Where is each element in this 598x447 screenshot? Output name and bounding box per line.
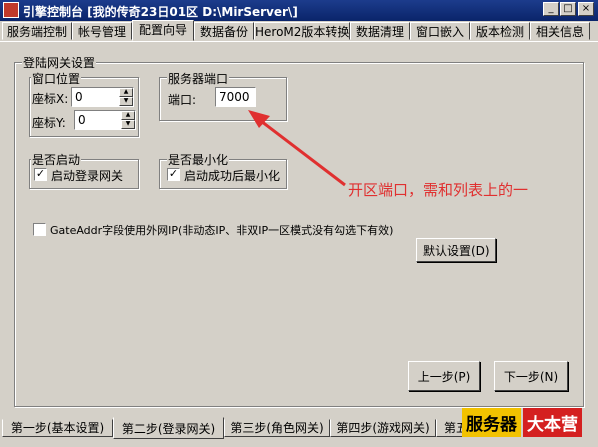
- tab-window-embed[interactable]: 窗口嵌入: [410, 22, 470, 40]
- watermark-part1: 服务器: [462, 407, 521, 437]
- tab-server-control[interactable]: 服务端控制: [2, 22, 72, 40]
- autostart-title: 是否启动: [31, 151, 82, 168]
- tab-about[interactable]: 相关信息: [530, 22, 590, 40]
- tab-herom2[interactable]: HeroM2版本转换: [254, 22, 350, 40]
- title-bar[interactable]: 引擎控制台 [我的传奇23日01区 D:\MirServer\] _ □ ×: [0, 0, 598, 21]
- x-up-icon[interactable]: ▲: [119, 88, 133, 97]
- window-title: 引擎控制台 [我的传奇23日01区 D:\MirServer\]: [23, 5, 298, 19]
- minimize-label: 启动成功后最小化: [184, 169, 281, 183]
- gateaddr-label: GateAddr字段使用外网IP(非动态IP、非双IP一区模式没有勾选下有效): [50, 224, 394, 237]
- y-up-icon[interactable]: ▲: [121, 111, 135, 120]
- maximize-button[interactable]: □: [560, 2, 576, 16]
- gateaddr-checkbox[interactable]: [33, 223, 46, 236]
- autostart-checkbox[interactable]: ✓: [34, 168, 47, 181]
- tab-backup[interactable]: 数据备份: [194, 22, 254, 40]
- app-icon: [3, 2, 19, 18]
- gateway-settings-title: 登陆网关设置: [22, 54, 97, 71]
- port-label: 端口:: [168, 93, 197, 107]
- tab-config-wizard[interactable]: 配置向导: [132, 20, 194, 41]
- x-value: 0: [75, 90, 83, 104]
- y-label: 座标Y:: [32, 116, 66, 130]
- close-button[interactable]: ×: [578, 2, 594, 16]
- tab-version-check[interactable]: 版本检测: [470, 22, 530, 40]
- window-pos-title: 窗口位置: [31, 70, 82, 87]
- y-down-icon[interactable]: ▼: [121, 120, 135, 129]
- default-settings-button[interactable]: 默认设置(D): [416, 238, 496, 262]
- tab-data-clean[interactable]: 数据清理: [350, 22, 410, 40]
- watermark-logo: 服务器 大本营: [462, 407, 582, 437]
- watermark-part2: 大本营: [523, 407, 582, 437]
- server-port-title: 服务器端口: [167, 70, 230, 87]
- step-tab-2[interactable]: 第二步(登录网关): [113, 417, 224, 439]
- autostart-label: 启动登录网关: [51, 169, 124, 183]
- minimize-checkbox[interactable]: ✓: [167, 168, 180, 181]
- step-tab-4[interactable]: 第四步(游戏网关): [330, 419, 436, 437]
- main-tab-strip: 服务端控制 帐号管理 配置向导 数据备份 HeroM2版本转换 数据清理 窗口嵌…: [0, 20, 598, 42]
- port-input[interactable]: 7000: [215, 87, 256, 107]
- tab-account[interactable]: 帐号管理: [72, 22, 132, 40]
- x-down-icon[interactable]: ▼: [119, 97, 133, 106]
- annotation-text: 开区端口，需和列表上的一: [348, 181, 529, 199]
- minimize-button[interactable]: _: [543, 2, 559, 16]
- step-tab-1[interactable]: 第一步(基本设置): [2, 419, 113, 437]
- y-value: 0: [78, 113, 86, 127]
- y-spin[interactable]: 0 ▲ ▼: [74, 110, 136, 130]
- x-label: 座标X:: [32, 92, 69, 106]
- minimize-title: 是否最小化: [167, 151, 230, 168]
- prev-button[interactable]: 上一步(P): [408, 361, 480, 391]
- x-spin[interactable]: 0 ▲ ▼: [71, 87, 134, 107]
- step-tab-3[interactable]: 第三步(角色网关): [224, 419, 330, 437]
- next-button[interactable]: 下一步(N): [494, 361, 568, 391]
